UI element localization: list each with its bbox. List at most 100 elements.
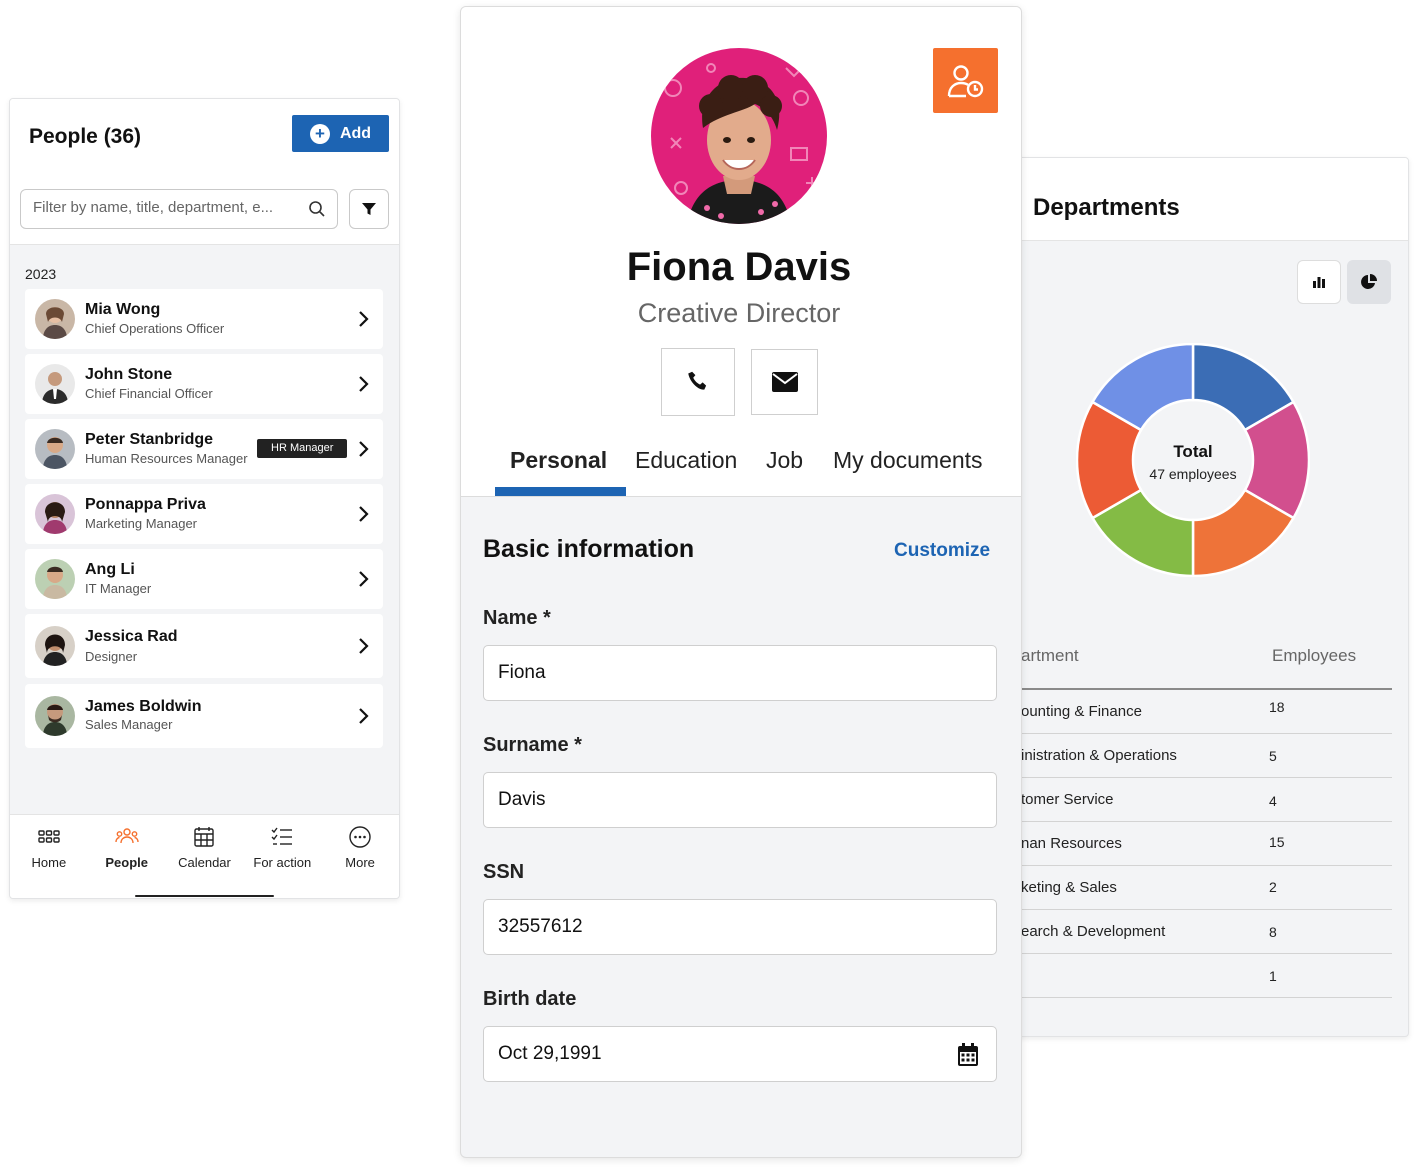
table-row[interactable]: tomer Service 4: [1001, 778, 1392, 822]
dept-name: earch & Development: [1021, 923, 1166, 940]
birth-date-field[interactable]: [483, 1026, 997, 1082]
departments-header: Departments: [1001, 158, 1408, 241]
filter-input[interactable]: [33, 199, 303, 216]
tab-education[interactable]: Education: [635, 447, 737, 474]
table-row[interactable]: nan Resources 15: [1001, 822, 1392, 866]
people-title: People (36): [29, 125, 142, 148]
chevron-right-icon: [359, 571, 369, 587]
group-year: 2023: [25, 266, 57, 282]
person-row-john-stone[interactable]: John Stone Chief Financial Officer: [25, 354, 383, 414]
tab-job[interactable]: Job: [766, 447, 803, 474]
person-role: Marketing Manager: [85, 516, 197, 531]
table-row[interactable]: inistration & Operations 5: [1001, 734, 1392, 778]
add-person-button[interactable]: + Add: [292, 115, 389, 152]
ssn-field[interactable]: [483, 899, 997, 955]
grid-icon: [38, 830, 60, 843]
customize-link[interactable]: Customize: [894, 540, 990, 562]
dept-name: inistration & Operations: [1021, 747, 1177, 764]
dept-count: 15: [1269, 834, 1285, 850]
calendar-icon[interactable]: [957, 1043, 979, 1067]
header-department: artment: [1021, 646, 1079, 665]
nav-for-action[interactable]: For action: [243, 815, 321, 898]
chevron-right-icon: [359, 638, 369, 654]
dept-count: 4: [1269, 793, 1277, 809]
tab-my-documents[interactable]: My documents: [833, 447, 983, 474]
header-employees: Employees: [1272, 646, 1357, 665]
dept-name: ounting & Finance: [1021, 703, 1142, 720]
person-row-ang-li[interactable]: Ang Li IT Manager: [25, 549, 383, 609]
calendar-icon: [194, 827, 215, 847]
person-row-peter-stanbridge[interactable]: Peter Stanbridge Human Resources Manager…: [25, 419, 383, 479]
donut-center-subtitle: 47 employees: [1149, 466, 1236, 482]
bottom-nav: Home People Calendar For action More: [10, 814, 399, 898]
ssn-label: SSN: [483, 861, 525, 883]
role-badge: HR Manager: [257, 439, 348, 458]
phone-icon: [688, 371, 707, 390]
surname-field[interactable]: [483, 772, 997, 828]
table-row[interactable]: keting & Sales 2: [1001, 866, 1392, 910]
nav-people[interactable]: People: [88, 815, 166, 898]
nav-label: Home: [31, 855, 67, 870]
add-label: Add: [339, 124, 372, 142]
donut-center-title: Total: [1173, 442, 1212, 461]
envelope-icon: [771, 372, 798, 392]
avatar: [35, 299, 75, 339]
bar-chart-toggle[interactable]: [1297, 260, 1341, 304]
call-button[interactable]: [661, 348, 735, 416]
dept-count: 1: [1269, 968, 1277, 984]
table-header: artment Employees: [1001, 630, 1392, 690]
home-indicator: [135, 895, 274, 897]
avatar: [35, 559, 75, 599]
people-list: Mia Wong Chief Operations Officer John S…: [25, 289, 383, 753]
plus-icon: +: [309, 123, 330, 144]
nav-label: More: [345, 855, 375, 870]
people-icon: [114, 828, 139, 844]
person-row-ponnappa-priva[interactable]: Ponnappa Priva Marketing Manager: [25, 484, 383, 544]
profile-avatar: [651, 48, 827, 224]
person-name: Peter Stanbridge: [85, 431, 214, 448]
nav-more[interactable]: More: [321, 815, 399, 898]
person-name: Ponnappa Priva: [85, 496, 206, 513]
checklist-icon: [271, 827, 293, 845]
departments-donut-chart: Total 47 employees: [1076, 343, 1310, 577]
nav-label: For action: [253, 855, 312, 870]
filter-field[interactable]: [20, 189, 338, 229]
table-row[interactable]: 1: [1001, 954, 1392, 998]
person-role: Chief Financial Officer: [85, 386, 213, 401]
avatar: [35, 364, 75, 404]
person-role: Designer: [85, 649, 138, 664]
table-row[interactable]: ounting & Finance 18: [1001, 690, 1392, 734]
person-row-jessica-rad[interactable]: Jessica Rad Designer: [25, 614, 383, 678]
section-title: Basic information: [483, 535, 695, 563]
pie-chart-icon: [1361, 274, 1377, 289]
chevron-right-icon: [359, 506, 369, 522]
time-off-button[interactable]: [933, 48, 998, 113]
email-button[interactable]: [751, 349, 818, 415]
nav-calendar[interactable]: Calendar: [166, 815, 244, 898]
dept-count: 2: [1269, 879, 1277, 895]
person-row-james-boldwin[interactable]: James Boldwin Sales Manager: [25, 684, 383, 748]
bar-chart-icon: [1313, 277, 1325, 288]
person-role: Human Resources Manager: [85, 451, 248, 466]
people-panel: People (36) + Add 2023 Mia Wong Chief Op…: [9, 98, 400, 899]
search-icon[interactable]: [307, 199, 327, 219]
filter-button[interactable]: [349, 189, 389, 229]
departments-table: artment Employees ounting & Finance 18 in…: [1001, 630, 1392, 998]
person-role: Chief Operations Officer: [85, 321, 225, 336]
person-name: Mia Wong: [85, 301, 161, 318]
tab-personal[interactable]: Personal: [510, 447, 607, 474]
departments-panel: Departments Total 47 employees artment E…: [1000, 157, 1409, 1037]
person-row-mia-wong[interactable]: Mia Wong Chief Operations Officer: [25, 289, 383, 349]
nav-home[interactable]: Home: [10, 815, 88, 898]
nav-label: People: [105, 855, 148, 870]
nav-label: Calendar: [178, 855, 231, 870]
table-row[interactable]: earch & Development 8: [1001, 910, 1392, 954]
name-field[interactable]: [483, 645, 997, 701]
dept-count: 5: [1269, 748, 1277, 764]
more-icon: [349, 826, 371, 848]
person-name: Ang Li: [85, 561, 135, 578]
funnel-icon: [362, 203, 376, 215]
pie-chart-toggle[interactable]: [1347, 260, 1391, 304]
profile-role: Creative Director: [637, 298, 841, 328]
avatar: [35, 696, 75, 736]
